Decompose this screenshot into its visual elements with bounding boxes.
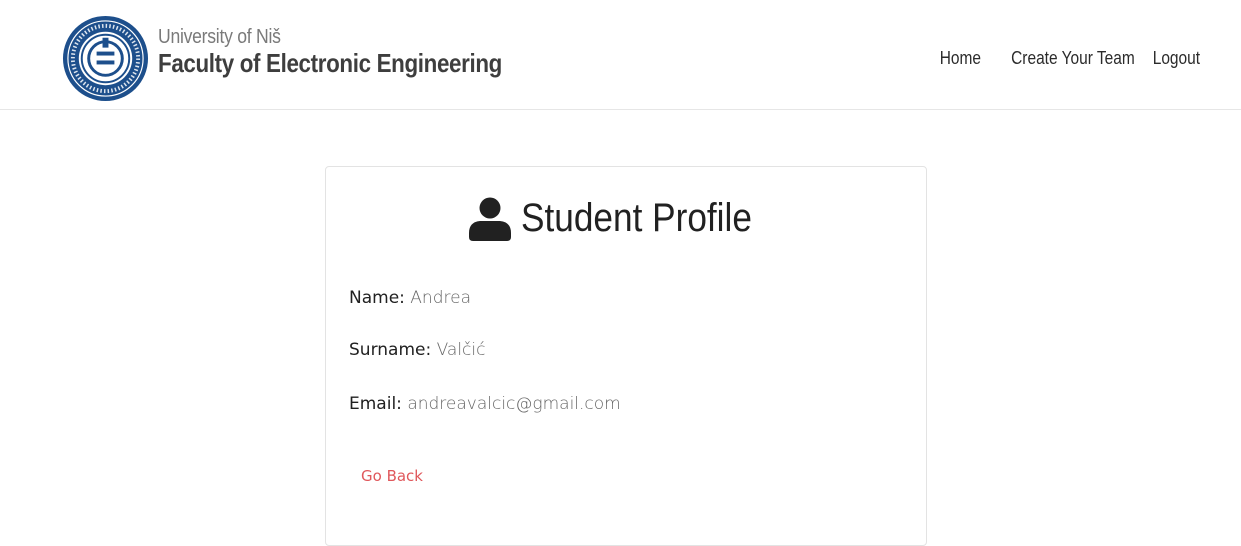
top-navbar: University of Niš Faculty of Electronic … (0, 0, 1241, 110)
nav-links: Home Create Your Team Logout (933, 48, 1200, 69)
university-name: University of Niš (158, 25, 281, 48)
student-profile-card: Student Profile Name: Andrea Surname: Va… (325, 166, 927, 546)
brand[interactable]: University of Niš Faculty of Electronic … (61, 13, 558, 103)
user-icon (468, 197, 511, 241)
faculty-name: Faculty of Electronic Engineering (158, 47, 502, 78)
email-value: andreavalcic@gmail.com (407, 394, 621, 414)
name-value: Andrea (410, 288, 471, 308)
faculty-seal-logo (62, 15, 149, 101)
nav-logout-link[interactable]: Logout (1153, 48, 1200, 69)
page-title: Student Profile (326, 195, 926, 241)
page-title-text: Student Profile (520, 195, 752, 240)
name-field: Name: Andrea (349, 288, 471, 308)
email-label: Email: (349, 394, 402, 414)
go-back-link[interactable]: Go Back (361, 467, 423, 485)
email-field: Email: andreavalcic@gmail.com (349, 394, 621, 414)
surname-label: Surname: (349, 340, 432, 360)
surname-field: Surname: Valčić (349, 340, 485, 360)
name-label: Name: (349, 288, 405, 308)
nav-home-link[interactable]: Home (940, 48, 981, 69)
surname-value: Valčić (436, 340, 486, 360)
nav-create-team-link[interactable]: Create Your Team (1011, 48, 1135, 69)
